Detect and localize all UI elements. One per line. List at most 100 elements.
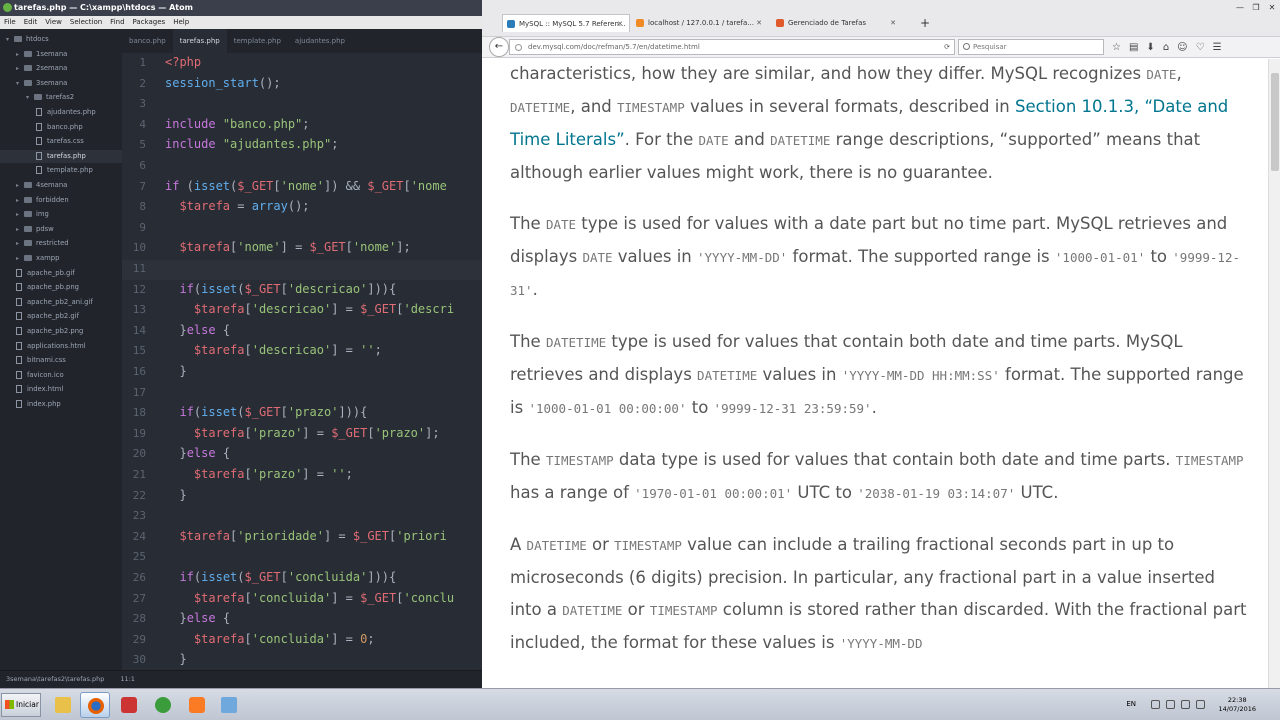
tree-item[interactable]: apache_pb2.gif <box>0 310 122 323</box>
code-line[interactable]: $tarefa['descricao'] = $_GET['descri <box>165 302 454 316</box>
taskbar-atom[interactable] <box>148 692 178 718</box>
status-cursor-position[interactable]: 11:1 <box>120 675 135 683</box>
close-window-icon[interactable]: ✕ <box>1264 0 1280 16</box>
browser-tab[interactable]: localhost / 127.0.0.1 / tarefa... ✕ <box>632 14 768 32</box>
code-line[interactable]: include "ajudantes.php"; <box>165 137 338 151</box>
taskbar-firefox[interactable] <box>80 692 110 718</box>
editor-tab[interactable]: banco.php <box>122 29 173 53</box>
tree-item[interactable]: tarefas.php <box>0 149 122 163</box>
code-line[interactable]: if(isset($_GET['concluida'])){ <box>165 570 396 584</box>
scrollbar-thumb[interactable] <box>1271 73 1279 171</box>
minimize-icon[interactable]: — <box>1232 0 1248 16</box>
chat-icon[interactable]: ☺ <box>1177 37 1187 58</box>
chevron-right-icon[interactable]: ▸ <box>16 179 24 192</box>
flag-icon[interactable] <box>1181 700 1190 709</box>
chevron-down-icon[interactable]: ▾ <box>16 77 24 90</box>
code-line[interactable]: if(isset($_GET['descricao'])){ <box>165 282 396 296</box>
close-tab-icon[interactable]: ✕ <box>756 14 762 32</box>
tree-item[interactable]: apache_pb2_ani.gif <box>0 296 122 309</box>
taskbar-snipping-tool[interactable] <box>114 692 144 718</box>
chevron-right-icon[interactable]: ▸ <box>16 48 24 61</box>
code-line[interactable]: session_start(); <box>165 76 281 90</box>
page-scrollbar[interactable] <box>1268 59 1280 688</box>
network-icon[interactable] <box>1166 700 1175 709</box>
chevron-down-icon[interactable]: ▾ <box>26 91 34 104</box>
code-line[interactable]: }else { <box>165 611 230 625</box>
tree-item[interactable]: index.html <box>0 383 122 396</box>
tree-item[interactable]: template.php <box>0 164 122 177</box>
menu-item-help[interactable]: Help <box>173 16 189 29</box>
status-file-path[interactable]: 3semana\tarefas2\tarefas.php <box>6 675 104 683</box>
info-icon[interactable] <box>515 44 522 51</box>
menu-item-find[interactable]: Find <box>110 16 124 29</box>
tree-item[interactable]: banco.php <box>0 121 122 134</box>
close-tab-icon[interactable]: ✕ <box>890 14 896 32</box>
code-line[interactable]: } <box>165 364 186 378</box>
tree-item[interactable]: apache_pb2.png <box>0 325 122 338</box>
chevron-right-icon[interactable]: ▸ <box>16 237 24 250</box>
code-line[interactable]: include "banco.php"; <box>165 117 310 131</box>
language-indicator[interactable]: EN <box>1126 700 1136 708</box>
tree-item[interactable]: tarefas.css <box>0 135 122 148</box>
code-line[interactable]: $tarefa['nome'] = $_GET['nome']; <box>165 240 410 254</box>
code-editor[interactable]: 1 <?php 2 session_start(); 3 4 include "banco.… <box>122 53 482 670</box>
tree-item[interactable]: ▾ htdocs <box>0 33 122 46</box>
back-button[interactable]: ← <box>489 37 509 57</box>
code-line[interactable]: $tarefa['concluida'] = $_GET['conclu <box>165 591 454 605</box>
chevron-right-icon[interactable]: ▸ <box>16 194 24 207</box>
tree-item[interactable]: ▸ img <box>0 208 122 221</box>
taskbar-explorer[interactable] <box>48 692 78 718</box>
menu-icon[interactable]: ☰ <box>1213 37 1222 58</box>
tree-item[interactable]: ▸ 2semana <box>0 62 122 75</box>
home-icon[interactable]: ⌂ <box>1163 37 1169 58</box>
editor-tab[interactable]: template.php <box>227 29 288 53</box>
tray-up-icon[interactable] <box>1151 700 1160 709</box>
tree-item[interactable]: ajudantes.php <box>0 106 122 119</box>
code-line[interactable]: <?php <box>165 55 201 69</box>
reload-icon[interactable]: ⟳ <box>944 40 950 54</box>
code-line[interactable]: } <box>165 652 186 666</box>
chevron-right-icon[interactable]: ▸ <box>16 208 24 221</box>
code-line[interactable]: $tarefa = array(); <box>165 199 309 213</box>
pocket-icon[interactable]: ♡ <box>1196 37 1205 58</box>
tree-item[interactable]: ▸ 4semana <box>0 179 122 192</box>
bookmark-star-icon[interactable]: ☆ <box>1112 37 1121 58</box>
code-line[interactable]: $tarefa['concluida'] = 0; <box>165 632 375 646</box>
tree-item[interactable]: apache_pb.gif <box>0 267 122 280</box>
taskbar-xampp[interactable] <box>182 692 212 718</box>
taskbar-app[interactable] <box>214 692 244 718</box>
browser-tab[interactable]: MySQL :: MySQL 5.7 Referen... ✕ <box>502 14 630 32</box>
clock[interactable]: 22:38 14/07/2016 <box>1219 696 1256 714</box>
code-line[interactable]: $tarefa['descricao'] = ''; <box>165 343 382 357</box>
editor-tab[interactable]: ajudantes.php <box>288 29 352 53</box>
tree-item[interactable]: ▾ tarefas2 <box>0 91 122 104</box>
search-input[interactable]: Pesquisar <box>958 39 1104 55</box>
tree-item[interactable]: ▸ restricted <box>0 237 122 250</box>
code-line[interactable]: }else { <box>165 446 230 460</box>
volume-icon[interactable] <box>1196 700 1205 709</box>
maximize-icon[interactable]: ❐ <box>1248 0 1264 16</box>
tree-item[interactable]: ▸ 1semana <box>0 48 122 61</box>
tree-item[interactable]: ▸ xampp <box>0 252 122 265</box>
code-line[interactable]: if (isset($_GET['nome']) && $_GET['nome <box>165 179 447 193</box>
tree-item[interactable]: bitnami.css <box>0 354 122 367</box>
chevron-down-icon[interactable]: ▾ <box>6 33 14 46</box>
tree-item[interactable]: ▸ pdsw <box>0 223 122 236</box>
tree-item[interactable]: index.php <box>0 398 122 411</box>
code-line[interactable]: $tarefa['prazo'] = ''; <box>165 467 353 481</box>
url-bar[interactable]: dev.mysql.com/doc/refman/5.7/en/datetime… <box>509 39 955 55</box>
tree-item[interactable]: apache_pb.png <box>0 281 122 294</box>
tree-item[interactable]: favicon.ico <box>0 369 122 382</box>
menu-item-view[interactable]: View <box>45 16 62 29</box>
new-tab-button[interactable]: + <box>920 14 930 32</box>
tree-item[interactable]: applications.html <box>0 340 122 353</box>
close-tab-icon[interactable]: ✕ <box>617 15 623 33</box>
chevron-right-icon[interactable]: ▸ <box>16 62 24 75</box>
code-line[interactable]: } <box>165 488 186 502</box>
tree-item[interactable]: ▾ 3semana <box>0 77 122 90</box>
menu-item-packages[interactable]: Packages <box>133 16 166 29</box>
bookmarks-list-icon[interactable]: ▤ <box>1129 37 1138 58</box>
download-icon[interactable]: ⬇ <box>1146 37 1154 58</box>
code-line[interactable]: $tarefa['prazo'] = $_GET['prazo']; <box>165 426 440 440</box>
tree-item[interactable]: ▸ forbidden <box>0 194 122 207</box>
